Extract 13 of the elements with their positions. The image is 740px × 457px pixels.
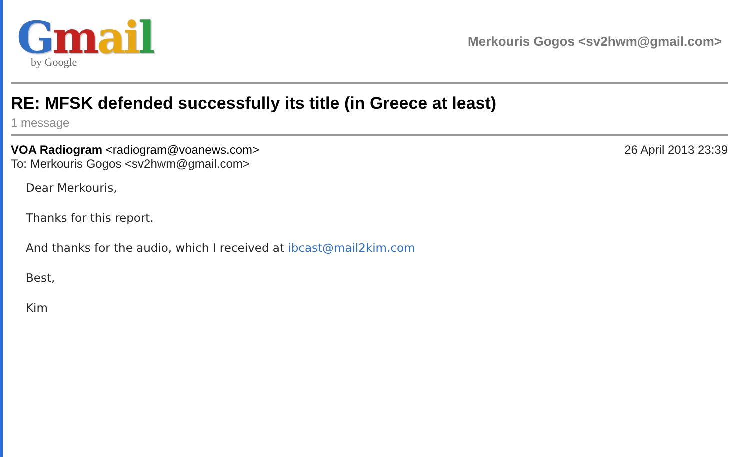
message-count: 1 message [11,116,71,130]
account-name: Merkouris Gogos <sv2hwm@gmail.com> [468,34,723,48]
logo-byline: by Google [31,57,78,69]
body-paragraph: And thanks for the audio, which I received at ibcast@mail2kim.com [26,241,416,255]
body-paragraph: Best, [26,271,56,285]
body-paragraph: Dear Merkouris, [26,181,118,195]
sender: VOA Radiogram <radiogram@voanews.com> [11,143,260,157]
email-link[interactable]: ibcast@mail2kim.com [288,241,416,255]
body-paragraph: Kim [26,301,49,315]
message-date: 26 April 2013 23:39 [624,143,728,157]
email-subject: RE: MFSK defended successfully its title (in Greece at least) [11,94,498,114]
recipient: To: Merkouris Gogos <sv2hwm@gmail.com> [11,157,251,171]
body-paragraph: Thanks for this report. [26,211,155,225]
